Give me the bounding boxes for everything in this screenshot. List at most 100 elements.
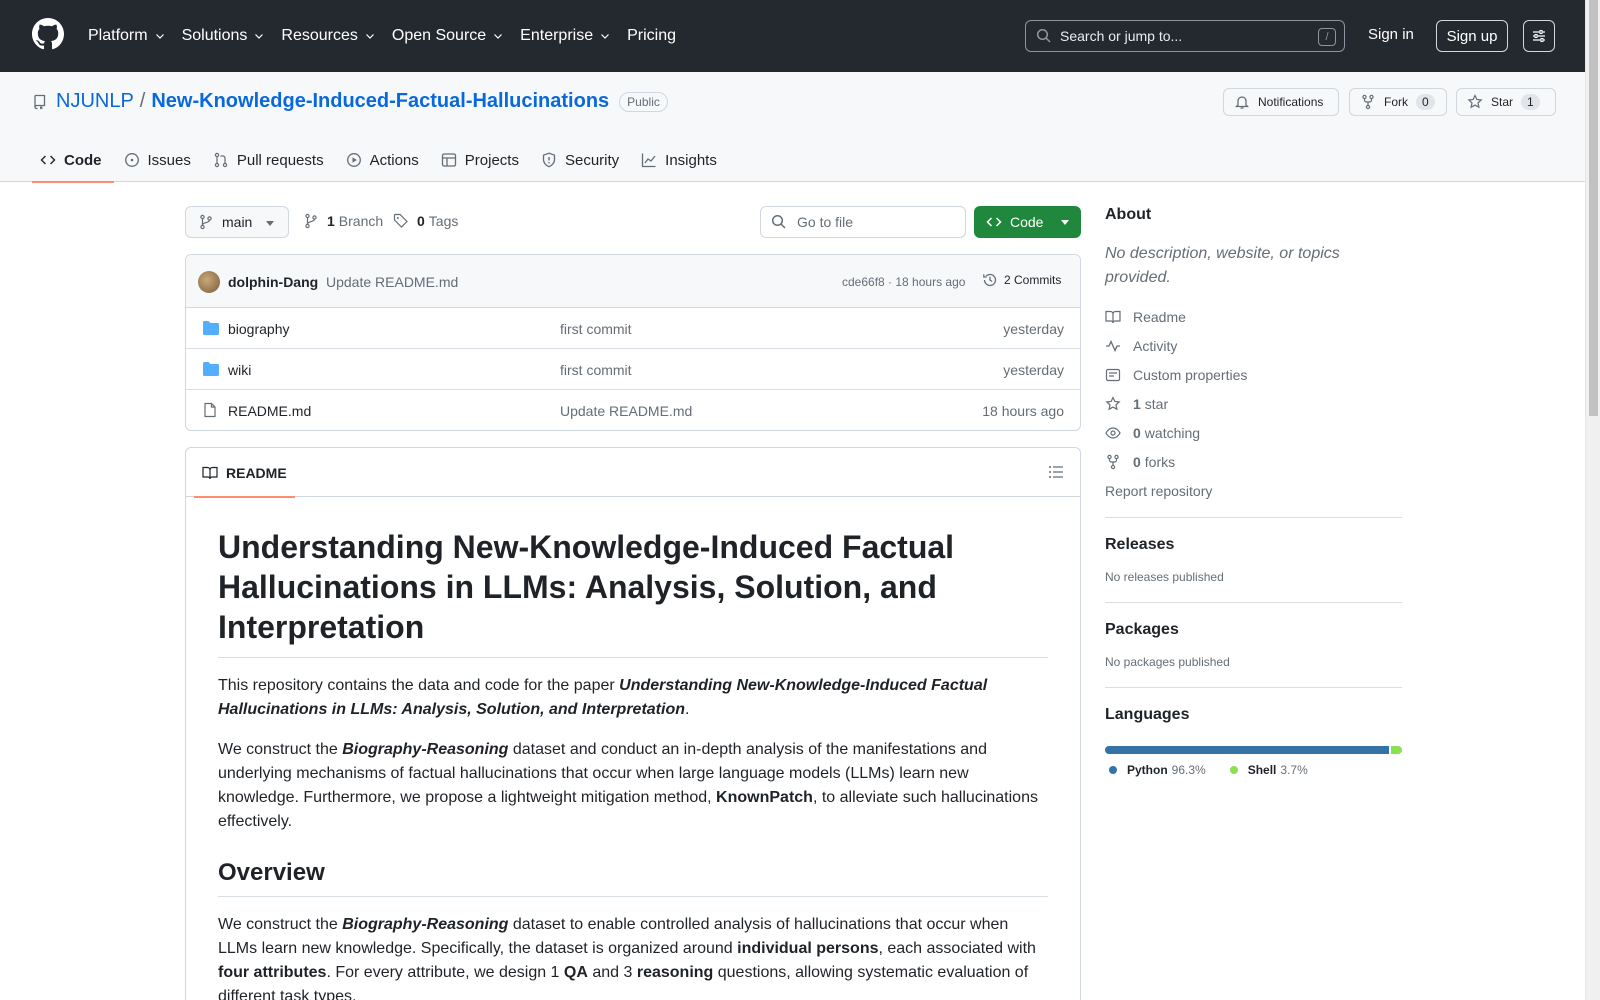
tags-link[interactable]: 0 Tags: [393, 213, 458, 229]
repo-icon: [34, 94, 46, 109]
fork-button[interactable]: Fork 0: [1349, 88, 1447, 116]
top-nav: Platform Solutions Resources Open Source…: [88, 0, 692, 72]
tab-issues-label: Issues: [147, 151, 191, 169]
stars-link[interactable]: 1 star: [1105, 389, 1402, 418]
language-color-dot: [1229, 766, 1238, 774]
star-count: 1: [1521, 94, 1540, 110]
github-logo-icon[interactable]: [32, 18, 64, 50]
notifications-button[interactable]: Notifications: [1223, 88, 1339, 116]
file-name-link[interactable]: README.md: [228, 403, 311, 419]
commit-author-link[interactable]: dolphin-Dang: [228, 274, 318, 290]
shield-icon: [542, 152, 556, 168]
branch-count-label: Branch: [338, 213, 384, 229]
page-scrollbar[interactable]: [1585, 0, 1600, 1000]
sign-in-link[interactable]: Sign in: [1368, 26, 1414, 43]
table-icon: [441, 153, 456, 167]
caret-down-icon: [266, 221, 274, 226]
file-name-link[interactable]: biography: [228, 321, 290, 337]
nav-pricing[interactable]: Pricing: [627, 27, 676, 45]
packages-note: No packages published: [1105, 655, 1230, 669]
nav-resources[interactable]: Resources: [281, 27, 375, 45]
menu-button[interactable]: [1523, 20, 1555, 52]
dataset-name-emphasis: Biography-Reasoning: [342, 916, 509, 933]
watchers-link[interactable]: 0 watching: [1105, 418, 1402, 447]
releases-note: No releases published: [1105, 570, 1224, 584]
file-name-link[interactable]: wiki: [228, 362, 251, 378]
code-button-label: Code: [1010, 214, 1044, 230]
text-span: , each associated with: [878, 940, 1036, 957]
global-search-input[interactable]: Search or jump to... /: [1025, 20, 1345, 52]
languages-heading: Languages: [1105, 706, 1190, 723]
branch-icon: [305, 213, 317, 229]
pull-request-icon: [214, 152, 228, 168]
scrollbar-thumb[interactable]: [1589, 0, 1598, 416]
text-span: We construct the: [218, 916, 343, 933]
tab-pull-requests[interactable]: Pull requests: [205, 138, 336, 182]
list-icon[interactable]: [1048, 464, 1064, 480]
nav-solutions[interactable]: Solutions: [182, 27, 266, 45]
tab-actions[interactable]: Actions: [338, 138, 431, 182]
code-dropdown-button[interactable]: Code: [974, 206, 1081, 238]
releases-heading[interactable]: Releases: [1105, 536, 1174, 553]
chevron-down-icon: [155, 34, 164, 39]
tab-security[interactable]: Security: [533, 138, 631, 182]
chevron-down-icon: [365, 34, 374, 39]
tab-code-label: Code: [64, 151, 102, 169]
strong-text: four attributes: [218, 964, 327, 981]
strong-text: individual persons: [737, 940, 879, 957]
forks-link[interactable]: 0 forks: [1105, 447, 1402, 476]
language-shell[interactable]: Shell 3.7%: [1226, 763, 1308, 777]
commit-message-link[interactable]: Update README.md: [326, 274, 458, 290]
nav-platform[interactable]: Platform: [88, 27, 166, 45]
repo-owner-link[interactable]: NJUNLP: [56, 90, 134, 113]
language-percent: 96.3%: [1171, 763, 1206, 777]
table-row[interactable]: biography first commit yesterday: [186, 308, 1080, 349]
readme-tab[interactable]: README: [194, 448, 295, 498]
go-to-file-placeholder: Go to file: [797, 214, 854, 230]
folder-icon: [203, 362, 219, 376]
report-repository-link[interactable]: Report repository: [1105, 476, 1402, 505]
search-icon: [771, 214, 786, 229]
avatar[interactable]: [198, 271, 220, 293]
tab-projects-label: Projects: [464, 151, 519, 169]
branch-selector-button[interactable]: main: [185, 206, 289, 238]
graph-icon: [642, 153, 656, 168]
commit-count-label: 2 Commits: [1004, 273, 1062, 287]
sign-up-button[interactable]: Sign up: [1436, 20, 1508, 52]
star-button[interactable]: Star 1: [1456, 88, 1556, 116]
file-commit-message-link[interactable]: Update README.md: [560, 403, 692, 419]
tab-code[interactable]: Code: [32, 138, 114, 183]
file-commit-message-link[interactable]: first commit: [560, 362, 632, 378]
packages-heading[interactable]: Packages: [1105, 621, 1179, 638]
note-icon: [1105, 368, 1121, 381]
file-icon: [204, 402, 216, 418]
nav-enterprise[interactable]: Enterprise: [520, 27, 611, 45]
go-to-file-input[interactable]: Go to file: [760, 206, 966, 238]
star-label: Star: [1491, 95, 1514, 109]
bell-icon: [1234, 96, 1250, 109]
table-row[interactable]: README.md Update README.md 18 hours ago: [186, 390, 1080, 430]
tab-projects[interactable]: Projects: [433, 138, 531, 182]
nav-open-source[interactable]: Open Source: [392, 27, 504, 45]
custom-properties-link[interactable]: Custom properties: [1105, 360, 1402, 389]
tag-count-label: Tags: [428, 213, 459, 229]
stars-count: 1: [1133, 395, 1141, 412]
tab-insights[interactable]: Insights: [633, 138, 729, 182]
repo-sidebar: About No description, website, or topics…: [1105, 206, 1402, 777]
commit-hash-time[interactable]: cde66f8 · 18 hours ago: [842, 275, 965, 289]
tag-icon: [393, 213, 408, 228]
language-python[interactable]: Python 96.3%: [1105, 763, 1206, 777]
dataset-name-emphasis: Biography-Reasoning: [342, 741, 509, 758]
activity-link[interactable]: Activity: [1105, 331, 1402, 360]
commits-history-link[interactable]: 2 Commits: [982, 272, 1061, 288]
repo-name-link[interactable]: New-Knowledge-Induced-Factual-Hallucinat…: [151, 90, 609, 113]
tab-issues[interactable]: Issues: [116, 138, 203, 182]
readme-link[interactable]: Readme: [1105, 302, 1402, 331]
watching-count: 0: [1133, 424, 1141, 441]
table-row[interactable]: wiki first commit yesterday: [186, 349, 1080, 390]
file-commit-message-link[interactable]: first commit: [560, 321, 632, 337]
history-icon: [983, 273, 997, 287]
readme-title: Understanding New-Knowledge-Induced Fact…: [218, 527, 1048, 658]
branches-link[interactable]: 1 Branch: [303, 213, 383, 229]
about-heading: About: [1105, 206, 1152, 223]
